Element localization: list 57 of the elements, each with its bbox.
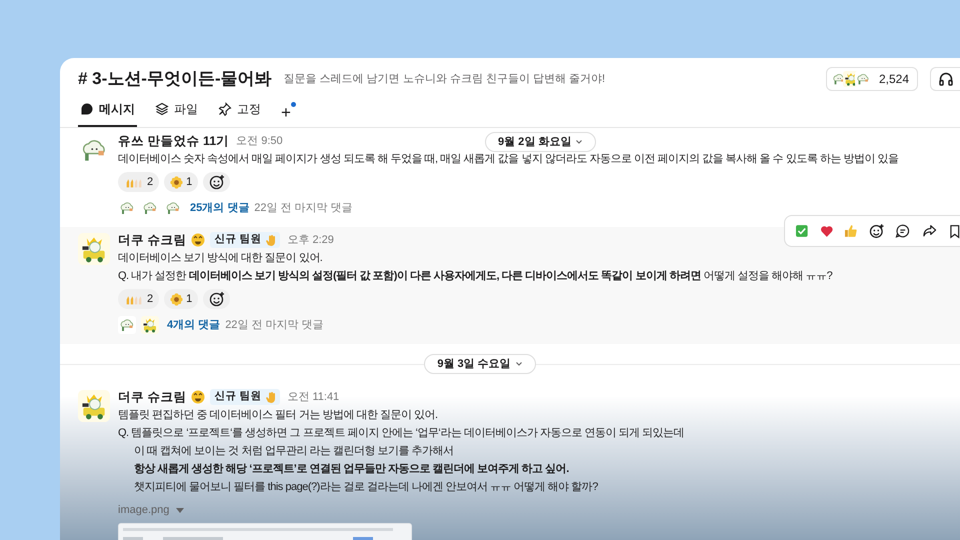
reaction-button[interactable]: 1 <box>164 172 198 192</box>
chevron-down-icon <box>514 360 523 368</box>
waving-hand-icon <box>264 234 276 246</box>
role-badge: 신규 팀원 <box>210 232 280 248</box>
flower-icon <box>170 292 184 306</box>
thread-replies-link[interactable]: 25개의 댓글 <box>190 200 250 216</box>
bookmark-icon <box>948 224 960 238</box>
caret-down-icon <box>175 506 186 514</box>
channel-description: 질문을 스레드에 남기면 노슈니와 슈크림 친구들이 답변해 줄거야! <box>284 72 606 87</box>
timestamp[interactable]: 오후 2:29 <box>287 232 334 248</box>
layers-icon <box>155 102 169 116</box>
heart-icon <box>820 224 834 238</box>
flower-icon <box>170 176 184 188</box>
author-name[interactable]: 유쓰 만들었슈 11기 <box>118 132 230 150</box>
tab[interactable]: 고정 <box>216 100 263 127</box>
members-button[interactable]: 2,524 <box>826 67 918 91</box>
author-name[interactable]: 더쿠 슈크림 <box>118 388 186 406</box>
message-text: 데이터베이스 숫자 속성에서 매일 페이지가 생성 되도록 해 두었을 때, 매일 새롭게 값을 넣지 않더라도 자동으로 이전 페이지의 값을 복사해 올 수 있도록 하는 방법이 있을 <box>118 152 898 167</box>
timestamp[interactable]: 오전 11:41 <box>287 388 340 406</box>
add-tab-button[interactable]: + <box>279 104 293 127</box>
message-text: Q. 템플릿으로 ‘프로젝트‘를 생성하면 그 프로젝트 페이지 안에는 ‘업무‘라는 데이터베이스가 자동으로 연동이 되게 되있는데 <box>118 426 684 441</box>
checkmark-icon <box>795 224 809 238</box>
comment-icon <box>895 223 911 239</box>
last-reply-time: 22일 전 마지막 댓글 <box>225 318 324 333</box>
date-divider-button[interactable]: 9월 2일 화요일 <box>485 132 596 152</box>
avatar <box>854 71 871 87</box>
share-icon <box>922 223 938 239</box>
add-reaction-button[interactable] <box>203 172 230 192</box>
role-badge: 신규 팀원 <box>210 389 280 405</box>
add-reaction-button[interactable] <box>203 289 230 309</box>
thread-replies-link[interactable]: 4개의 댓글 <box>167 316 220 334</box>
message-text: 템플릿 편집하던 중 데이터베이스 필터 거는 방법에 대한 질문이 있어. <box>118 408 439 423</box>
thumbs-up-icon <box>844 224 858 238</box>
reaction-button[interactable]: 2 <box>118 289 160 309</box>
author-name[interactable]: 더쿠 슈크림 <box>118 230 186 250</box>
message-text: 항상 새롭게 생성한 해당 ‘프로젝트’로 연결된 업무들만 자동으로 캘린더에 보여주게 하고 싶어. <box>133 462 570 477</box>
pin-icon <box>218 102 232 116</box>
message-text: Q. 내가 설정한 데이터베이스 보기 방식의 설정(필터 값 포함)이 다른 사용자에게도, 다른 디바이스에서도 똑같이 보이게 하려면 어떻게 설정을 해야해 ㅠㅠ? <box>118 269 832 284</box>
message-text: 데이터베이스 보기 방식에 대한 질문이 있어. <box>118 251 324 266</box>
chat-bubble-icon <box>80 102 94 116</box>
reaction-button[interactable]: 1 <box>164 289 198 309</box>
timestamp[interactable]: 오전 9:50 <box>236 132 283 150</box>
tab[interactable]: 메시지 <box>78 100 137 127</box>
add-emoji-icon <box>208 291 225 307</box>
message-text: 이 때 캡쳐에 보이는 것 처럼 업무관리 라는 캘린더형 보기를 추가해서 <box>133 444 455 459</box>
date-divider-button[interactable]: 9월 3일 수요일 <box>424 354 536 374</box>
reaction-button[interactable]: 2 <box>118 172 160 192</box>
channel-title: # 3-노션-무엇이든-물어봐 <box>78 68 272 90</box>
add-emoji-icon <box>868 223 884 239</box>
tab[interactable]: 파일 <box>153 100 200 127</box>
chevron-down-icon <box>575 138 584 146</box>
huddle-button[interactable] <box>930 67 960 91</box>
headphones-icon <box>938 71 954 87</box>
waving-hand-icon <box>264 390 276 404</box>
add-emoji-icon <box>208 174 225 190</box>
message-text: 챗지피티에 물어보니 필터를 this page(?)라는 걸로 걸라는데 나에겐 안보여서 ㅠㅠ 어떻게 해야 할까? <box>133 480 599 495</box>
last-reply-time: 22일 전 마지막 댓글 <box>254 200 353 216</box>
